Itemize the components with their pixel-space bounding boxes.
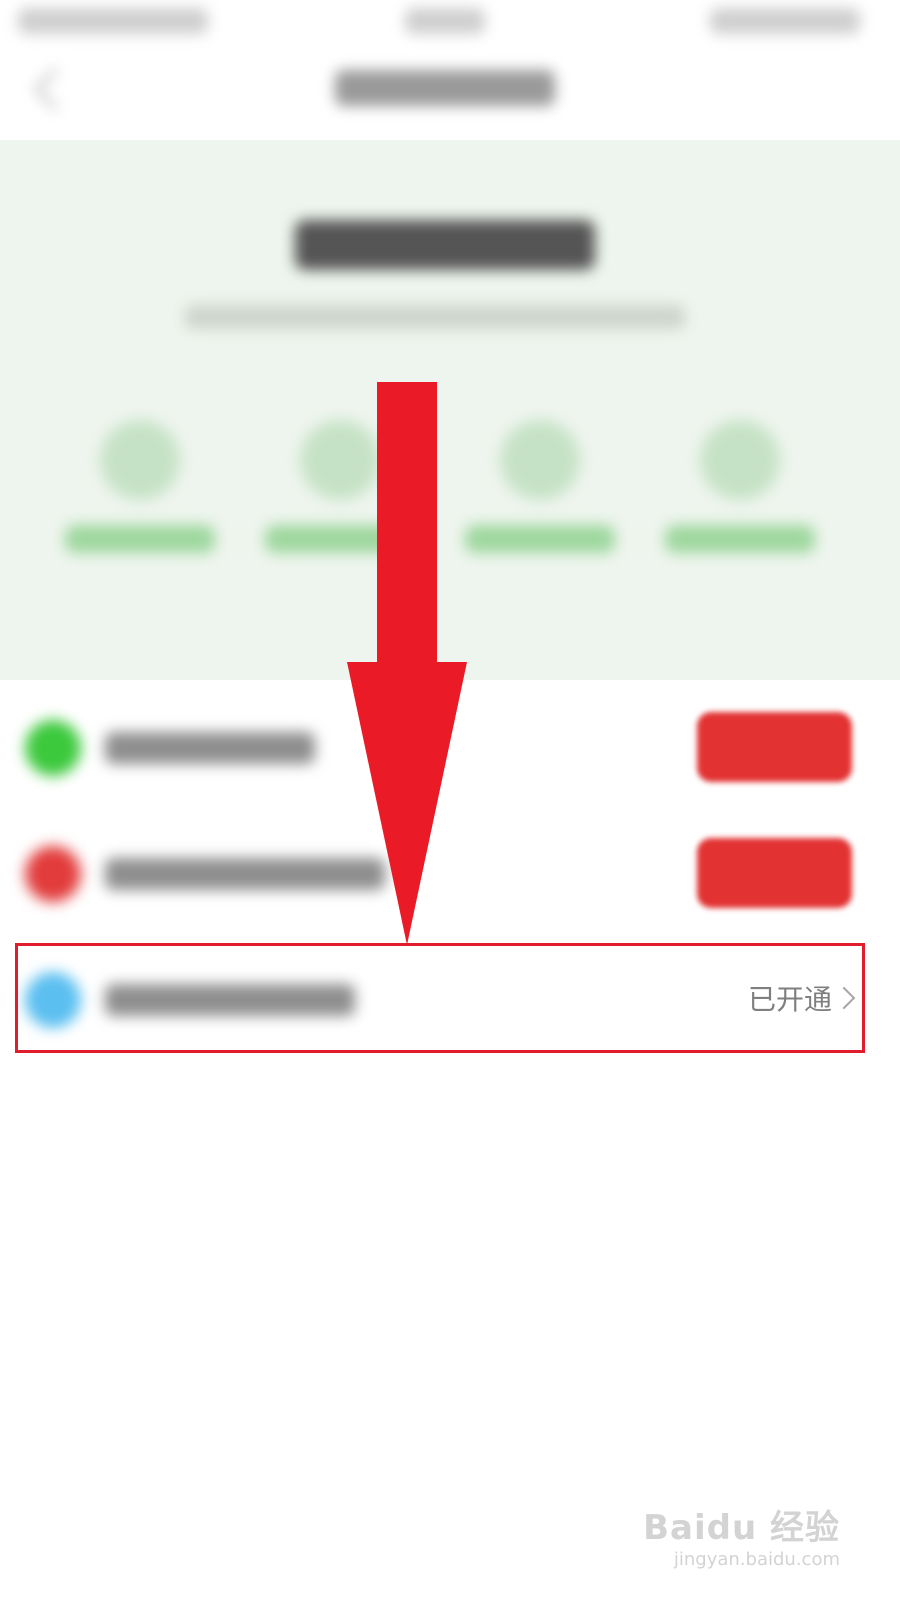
feature-item	[55, 420, 225, 570]
feature-item	[455, 420, 625, 570]
hero-subtitle	[185, 305, 685, 329]
green-circle-icon	[25, 720, 81, 776]
feature-icon	[700, 420, 780, 500]
back-chevron-icon[interactable]	[33, 67, 77, 111]
watermark-url: jingyan.baidu.com	[673, 1549, 840, 1570]
feature-label	[65, 525, 215, 553]
down-arrow-icon	[347, 382, 467, 945]
feature-label	[465, 525, 615, 553]
page-title	[335, 70, 555, 106]
status-bar-battery	[710, 8, 860, 34]
status-bar	[0, 0, 900, 50]
watermark-logo: Baidu 经验	[643, 1508, 840, 1548]
activate-button[interactable]	[697, 838, 852, 908]
feature-item	[655, 420, 825, 570]
feature-icon	[500, 420, 580, 500]
feature-label	[665, 525, 815, 553]
status-bar-carrier	[18, 8, 208, 34]
status-bar-time	[405, 8, 485, 34]
highlight-box	[15, 943, 865, 1053]
list-item-label	[105, 858, 385, 890]
list-item-label	[105, 732, 315, 764]
feature-icon	[100, 420, 180, 500]
red-circle-icon	[25, 846, 81, 902]
nav-bar	[0, 50, 900, 140]
watermark: Baidu 经验 jingyan.baidu.com	[643, 1500, 840, 1570]
activate-button[interactable]	[697, 712, 852, 782]
hero-title	[295, 220, 595, 270]
